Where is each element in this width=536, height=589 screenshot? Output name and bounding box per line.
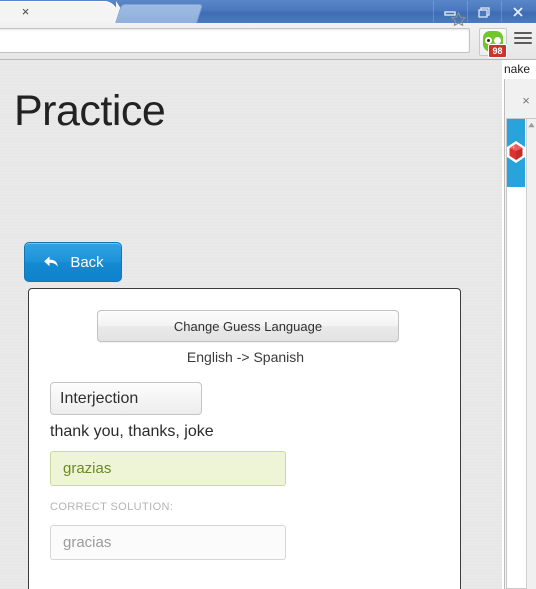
change-guess-language-label: Change Guess Language — [173, 318, 323, 334]
back-button-label: Back — [70, 253, 104, 271]
back-button[interactable]: Back — [24, 242, 122, 282]
hamburger-menu-icon[interactable] — [514, 32, 532, 48]
correct-solution-input[interactable] — [50, 525, 286, 560]
part-of-speech-field[interactable]: Interjection — [50, 382, 202, 415]
address-bar[interactable]: e — [0, 28, 470, 53]
change-guess-language-button[interactable]: Change Guess Language — [97, 310, 399, 342]
bookmark-star-icon[interactable] — [450, 11, 467, 28]
secondary-window-close-icon[interactable]: × — [519, 94, 533, 108]
duolingo-extension-button[interactable]: 98 — [479, 28, 507, 58]
secondary-window-scrollbar[interactable] — [526, 119, 536, 589]
restore-button[interactable] — [467, 1, 500, 22]
new-tab-button[interactable] — [114, 4, 204, 23]
window-controls — [432, 0, 534, 23]
part-of-speech-label: Interjection — [60, 389, 139, 407]
red-gem-icon — [505, 140, 527, 164]
browser-tab[interactable] — [0, 1, 130, 23]
prompt-text: thank you, thanks, joke — [50, 423, 214, 440]
secondary-window-title: nake — [504, 62, 531, 76]
back-arrow-icon — [44, 256, 59, 267]
close-button[interactable] — [501, 1, 534, 22]
scroll-up-arrow-icon[interactable] — [527, 119, 536, 130]
extension-badge-count: 98 — [488, 44, 507, 58]
page-title: Practice — [14, 87, 166, 135]
practice-card: Change Guess Language English -> Spanish… — [28, 288, 461, 589]
page-viewport: Practice Back Change Guess Language Engl… — [0, 60, 502, 589]
browser-toolbar: e — [0, 23, 536, 60]
browser-window: × e — [0, 0, 536, 589]
answer-input[interactable] — [50, 451, 286, 486]
tab-close-icon[interactable]: × — [19, 5, 32, 18]
correct-solution-label: CORRECT SOLUTION: — [50, 501, 174, 513]
language-direction-label: English -> Spanish — [186, 349, 305, 365]
